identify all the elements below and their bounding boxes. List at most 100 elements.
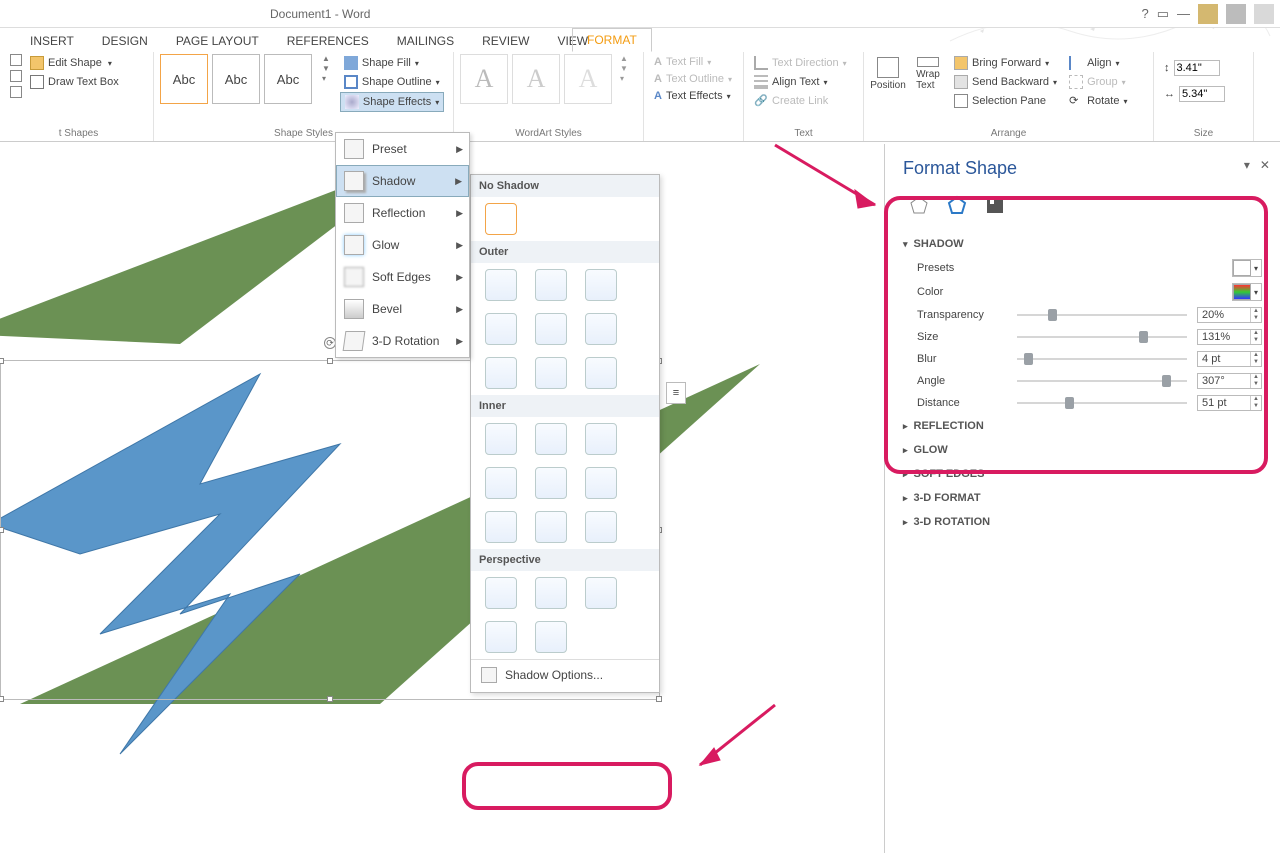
- shadow-outer-1[interactable]: [485, 269, 517, 301]
- shadow-outer-3[interactable]: [585, 269, 617, 301]
- shadow-persp-4[interactable]: [485, 621, 517, 653]
- shadow-persp-5[interactable]: [535, 621, 567, 653]
- shadow-inner-3[interactable]: [585, 423, 617, 455]
- shape-style-2[interactable]: Abc: [212, 54, 260, 104]
- tab-format[interactable]: FORMAT: [572, 28, 652, 52]
- size-value[interactable]: 131%: [1198, 330, 1248, 344]
- position-button[interactable]: Position: [870, 54, 906, 94]
- shape-width-input[interactable]: [1179, 86, 1225, 102]
- send-backward-button[interactable]: Send Backward▾: [950, 73, 1061, 91]
- shape-effects-button[interactable]: Shape Effects▾: [340, 92, 444, 112]
- gallery-inner-header: Inner: [471, 395, 659, 417]
- rotate-button[interactable]: ⟳Rotate▾: [1065, 92, 1131, 110]
- group-size: Size: [1154, 128, 1253, 139]
- shadow-none[interactable]: [485, 203, 517, 235]
- blur-slider[interactable]: [1017, 358, 1187, 360]
- shadow-outer-9[interactable]: [585, 357, 617, 389]
- bring-forward-button[interactable]: Bring Forward▾: [950, 54, 1061, 72]
- section-3d-rotation[interactable]: ▸3-D ROTATION: [903, 510, 1262, 534]
- text-effects-button[interactable]: AText Effects▾: [650, 88, 736, 104]
- style-gallery-more[interactable]: ▾: [322, 74, 330, 83]
- angle-slider[interactable]: [1017, 380, 1187, 382]
- transparency-value[interactable]: 20%: [1198, 308, 1248, 322]
- angle-value[interactable]: 307°: [1198, 374, 1248, 388]
- shadow-inner-7[interactable]: [485, 511, 517, 543]
- selection-pane-button[interactable]: Selection Pane: [950, 92, 1061, 110]
- wordart-style-3[interactable]: A: [564, 54, 612, 104]
- tab-review[interactable]: REVIEW: [468, 30, 543, 52]
- gallery-perspective-header: Perspective: [471, 549, 659, 571]
- format-shape-pane: Format Shape ▾ ✕ ▾SHADOW Presets ▾ Color…: [884, 144, 1280, 853]
- shadow-inner-8[interactable]: [535, 511, 567, 543]
- shadow-outer-2[interactable]: [535, 269, 567, 301]
- shape-style-1[interactable]: Abc: [160, 54, 208, 104]
- group-insert-shapes: t Shapes: [4, 128, 153, 139]
- shadow-outer-4[interactable]: [485, 313, 517, 345]
- height-row: ↕: [1160, 58, 1229, 78]
- wordart-gallery-up[interactable]: ▲: [620, 54, 628, 63]
- style-gallery-down[interactable]: ▼: [322, 64, 330, 73]
- wordart-gallery-more[interactable]: ▾: [620, 74, 628, 83]
- shadow-color-picker[interactable]: ▾: [1232, 283, 1262, 301]
- layout-options-icon[interactable]: ≡: [666, 382, 686, 404]
- section-shadow[interactable]: ▾SHADOW: [903, 232, 1262, 256]
- draw-text-box-button[interactable]: Draw Text Box: [26, 73, 123, 91]
- distance-slider[interactable]: [1017, 402, 1187, 404]
- fx-reflection[interactable]: Reflection▶: [336, 197, 469, 229]
- pane-close-icon[interactable]: ▾ ✕: [1244, 158, 1270, 172]
- ribbon-options-icon[interactable]: ▭: [1157, 6, 1169, 22]
- shadow-inner-5[interactable]: [535, 467, 567, 499]
- tab-design[interactable]: DESIGN: [88, 30, 162, 52]
- shadow-outer-5[interactable]: [535, 313, 567, 345]
- shadow-inner-1[interactable]: [485, 423, 517, 455]
- shape-style-3[interactable]: Abc: [264, 54, 312, 104]
- shape-height-input[interactable]: [1174, 60, 1220, 76]
- wordart-style-2[interactable]: A: [512, 54, 560, 104]
- pane-tab-layout[interactable]: [983, 193, 1007, 217]
- tab-page-layout[interactable]: PAGE LAYOUT: [162, 30, 273, 52]
- shadow-inner-6[interactable]: [585, 467, 617, 499]
- fx-shadow[interactable]: Shadow▶: [336, 165, 469, 197]
- shadow-persp-1[interactable]: [485, 577, 517, 609]
- fx-soft-edges[interactable]: Soft Edges▶: [336, 261, 469, 293]
- shape-fill-button[interactable]: Shape Fill▾: [340, 54, 444, 72]
- shadow-outer-7[interactable]: [485, 357, 517, 389]
- wordart-style-1[interactable]: A: [460, 54, 508, 104]
- minimize-icon[interactable]: —: [1177, 6, 1190, 21]
- shadow-persp-2[interactable]: [535, 577, 567, 609]
- section-reflection[interactable]: ▸REFLECTION: [903, 414, 1262, 438]
- shadow-options-button[interactable]: Shadow Options...: [471, 660, 659, 690]
- shadow-inner-4[interactable]: [485, 467, 517, 499]
- shadow-inner-2[interactable]: [535, 423, 567, 455]
- align-button[interactable]: Align▾: [1065, 54, 1131, 72]
- tab-insert[interactable]: INSERT: [16, 30, 88, 52]
- help-icon[interactable]: ?: [1141, 6, 1148, 21]
- fx-3d-rotation[interactable]: 3-D Rotation▶: [336, 325, 469, 357]
- edit-shape-button[interactable]: Edit Shape▾: [26, 54, 123, 72]
- transparency-slider[interactable]: [1017, 314, 1187, 316]
- fx-glow[interactable]: Glow▶: [336, 229, 469, 261]
- shape-outline-button[interactable]: Shape Outline▾: [340, 73, 444, 91]
- wrap-text-button[interactable]: Wrap Text: [910, 54, 946, 94]
- presets-dropdown[interactable]: ▾: [1232, 259, 1262, 277]
- fx-preset[interactable]: Preset▶: [336, 133, 469, 165]
- shadow-outer-6[interactable]: [585, 313, 617, 345]
- shadow-outer-8[interactable]: [535, 357, 567, 389]
- size-slider[interactable]: [1017, 336, 1187, 338]
- wordart-gallery-down[interactable]: ▼: [620, 64, 628, 73]
- distance-value[interactable]: 51 pt: [1198, 396, 1248, 410]
- style-gallery-up[interactable]: ▲: [322, 54, 330, 63]
- section-3d-format[interactable]: ▸3-D FORMAT: [903, 486, 1262, 510]
- group-arrange: Arrange: [864, 128, 1153, 139]
- pane-tab-effects[interactable]: [945, 193, 969, 217]
- blur-value[interactable]: 4 pt: [1198, 352, 1248, 366]
- shadow-inner-9[interactable]: [585, 511, 617, 543]
- align-text-button[interactable]: Align Text▾: [750, 73, 851, 91]
- tab-references[interactable]: REFERENCES: [273, 30, 383, 52]
- tab-mailings[interactable]: MAILINGS: [383, 30, 468, 52]
- pane-tab-fill[interactable]: [907, 193, 931, 217]
- section-glow[interactable]: ▸GLOW: [903, 438, 1262, 462]
- fx-bevel[interactable]: Bevel▶: [336, 293, 469, 325]
- shadow-persp-3[interactable]: [585, 577, 617, 609]
- section-soft-edges[interactable]: ▸SOFT EDGES: [903, 462, 1262, 486]
